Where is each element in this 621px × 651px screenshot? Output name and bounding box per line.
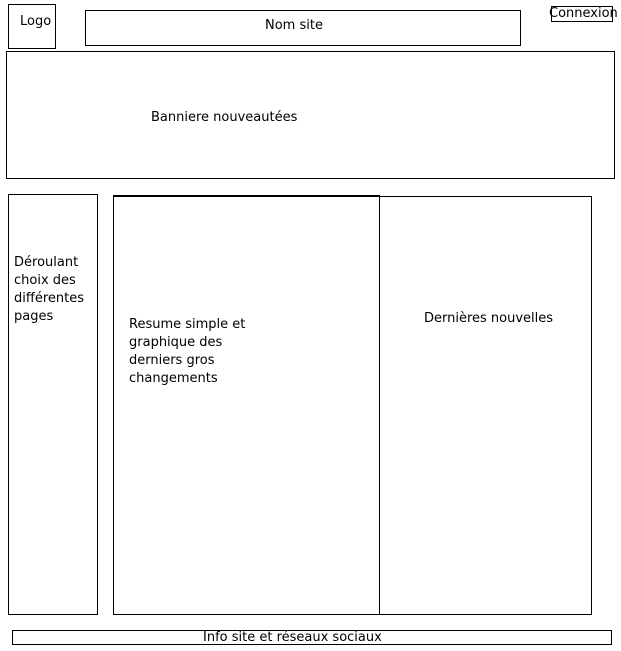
news-banner: Banniere nouveautées — [6, 51, 615, 179]
footer-label: Info site et réseaux sociaux — [203, 630, 382, 645]
sidebar-label: Déroulant choix des différentes pages — [14, 255, 84, 324]
footer-bar: Info site et réseaux sociaux — [12, 630, 612, 645]
banner-label: Banniere nouveautées — [151, 110, 298, 125]
summary-label: Resume simple et graphique des derniers … — [129, 317, 246, 386]
changes-summary-panel: Resume simple et graphique des derniers … — [113, 195, 380, 615]
news-label: Dernières nouvelles — [424, 311, 554, 326]
logo-box[interactable]: Logo — [8, 4, 56, 49]
page-selector-sidebar[interactable]: Déroulant choix des différentes pages — [8, 194, 98, 615]
login-button[interactable]: Connexion — [549, 6, 618, 22]
site-name-box: Nom site — [85, 10, 521, 46]
logo-label: Logo — [20, 14, 52, 29]
latest-news-panel: Dernières nouvelles — [379, 196, 592, 615]
site-name-label: Nom site — [265, 18, 323, 33]
login-label: Connexion — [549, 6, 618, 21]
